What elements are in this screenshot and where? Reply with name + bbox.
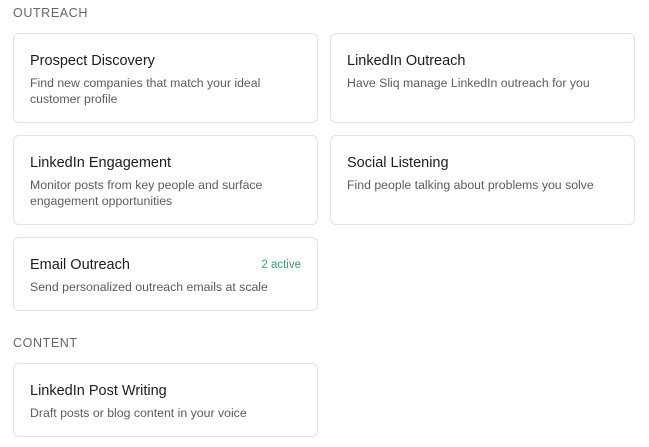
card-description: Find new companies that match your ideal… — [30, 76, 261, 106]
section-title-content: CONTENT — [13, 336, 78, 350]
card-title: LinkedIn Outreach — [347, 53, 466, 69]
card-linkedin-engagement[interactable]: LinkedIn Engagement Monitor posts from k… — [13, 135, 318, 225]
card-description: Draft posts or blog content in your voic… — [30, 406, 247, 420]
card-title: Email Outreach — [30, 257, 130, 273]
card-email-outreach[interactable]: Email Outreach 2 active Send personalize… — [13, 237, 318, 311]
card-description: Monitor posts from key people and surfac… — [30, 178, 263, 208]
card-linkedin-post-writing[interactable]: LinkedIn Post Writing Draft posts or blo… — [13, 363, 318, 437]
card-description: Find people talking about problems you s… — [347, 178, 594, 192]
card-title: Prospect Discovery — [30, 53, 155, 69]
card-title: LinkedIn Post Writing — [30, 383, 167, 399]
card-social-listening[interactable]: Social Listening Find people talking abo… — [330, 135, 635, 225]
section-title-outreach: OUTREACH — [13, 6, 88, 20]
card-description: Have Sliq manage LinkedIn outreach for y… — [347, 76, 590, 90]
card-title: Social Listening — [347, 155, 449, 171]
card-description: Send personalized outreach emails at sca… — [30, 280, 268, 294]
card-title: LinkedIn Engagement — [30, 155, 172, 171]
active-count-badge: 2 active — [261, 259, 301, 271]
card-prospect-discovery[interactable]: Prospect Discovery Find new companies th… — [13, 33, 318, 123]
card-linkedin-outreach[interactable]: LinkedIn Outreach Have Sliq manage Linke… — [330, 33, 635, 123]
card-header: Email Outreach 2 active — [30, 255, 301, 275]
